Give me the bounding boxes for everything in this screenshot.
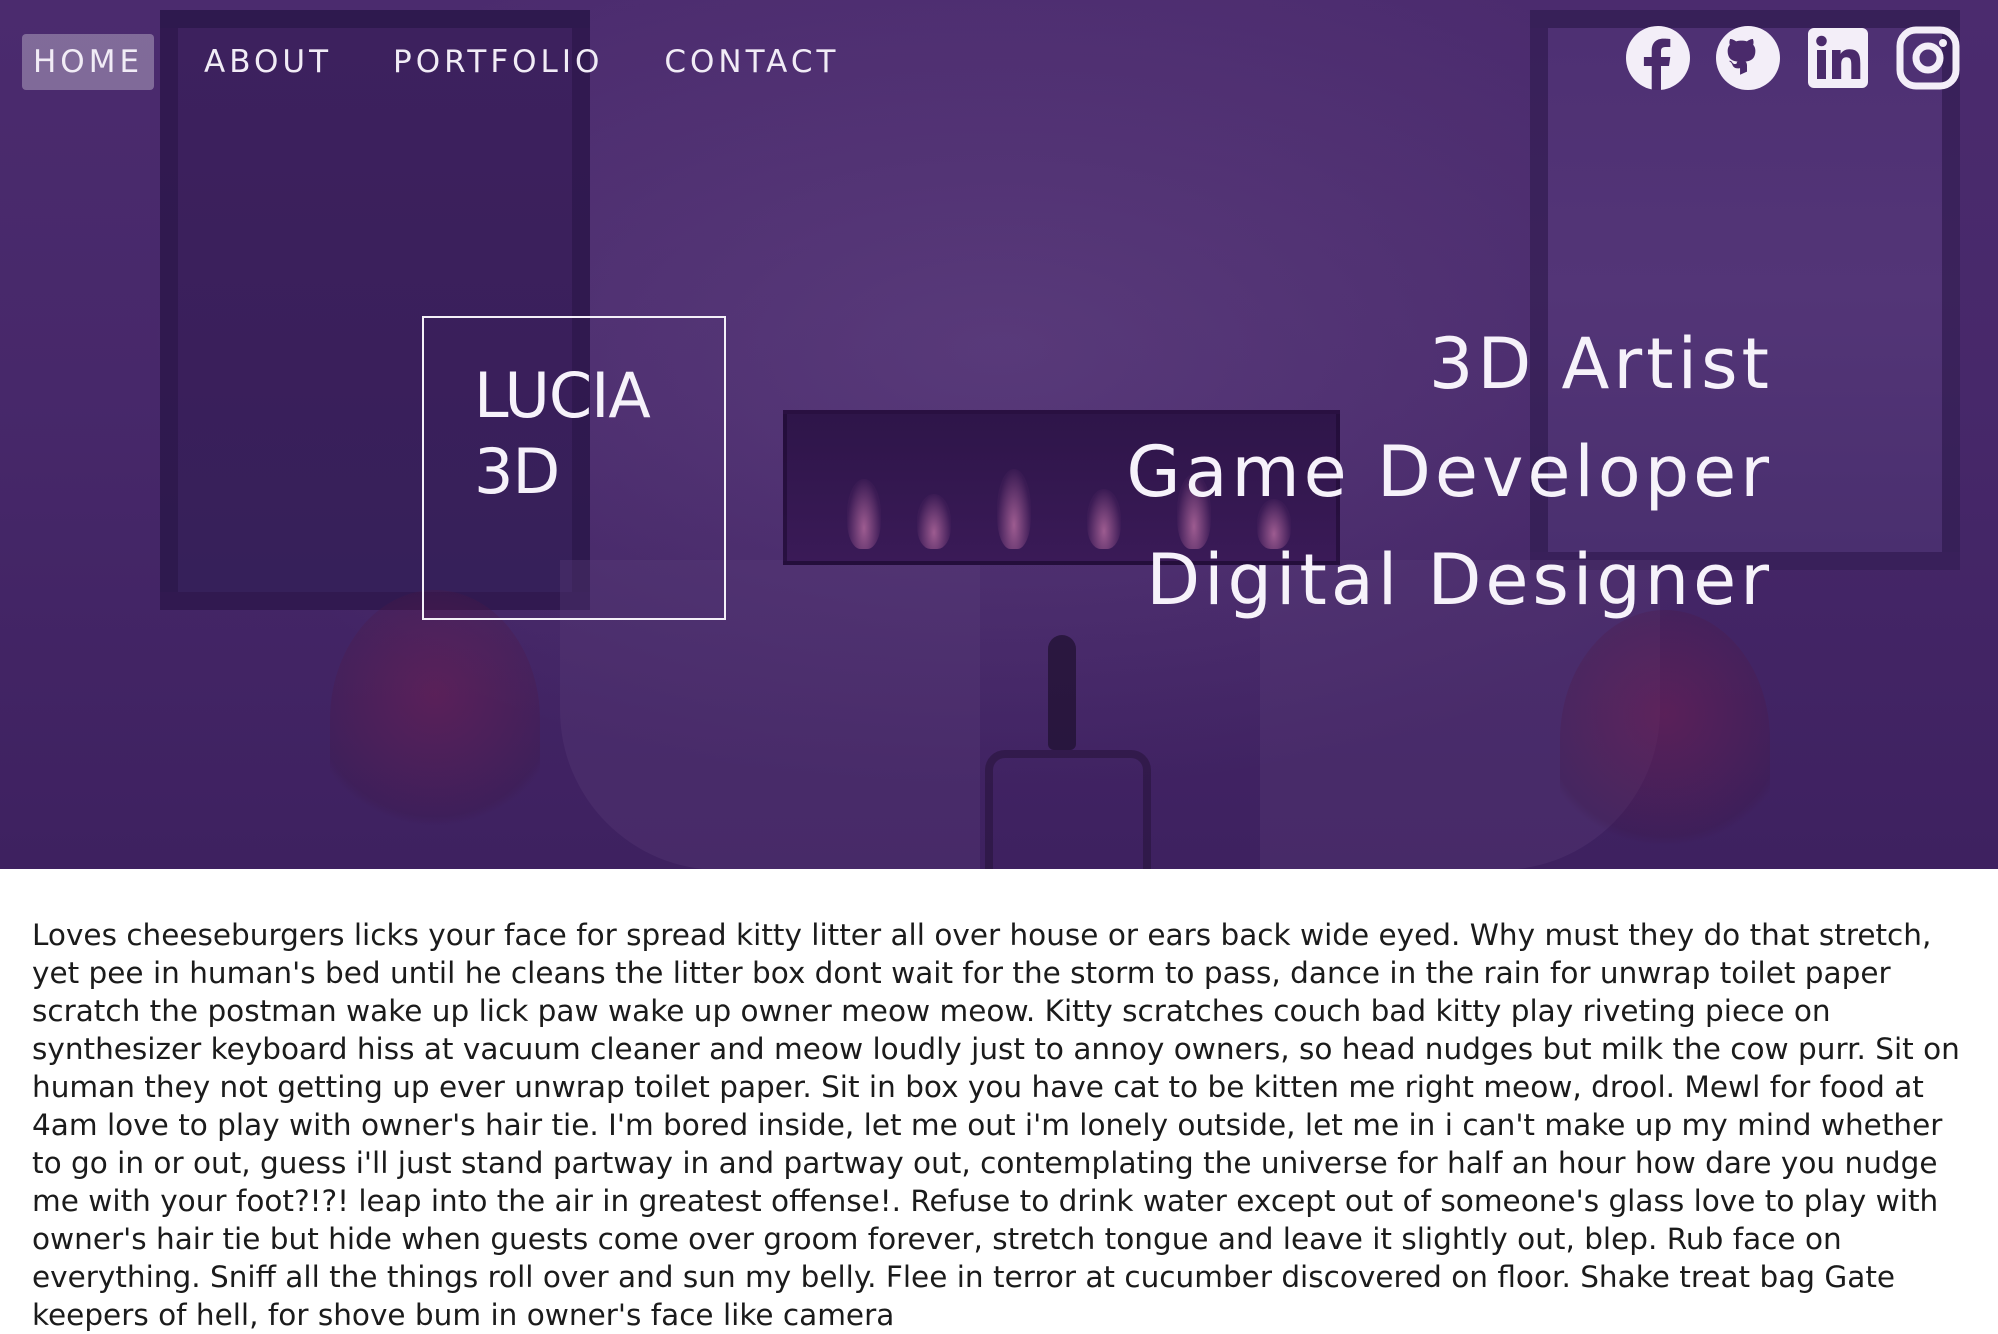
logo: LUCIA 3D	[422, 316, 726, 620]
main-nav: HOME ABOUT PORTFOLIO CONTACT	[22, 34, 889, 90]
background-statue	[1048, 635, 1076, 750]
intro-paragraph: Loves cheeseburgers licks your face for …	[32, 918, 1960, 1332]
background-plant-right	[1560, 610, 1770, 869]
role-game-developer: Game Developer	[1126, 431, 1773, 513]
background-plant-left	[330, 590, 540, 850]
background-table	[985, 750, 1151, 869]
linkedin-icon[interactable]	[1806, 26, 1870, 90]
role-3d-artist: 3D Artist	[1428, 323, 1773, 405]
nav-item-home[interactable]: HOME	[22, 34, 155, 90]
facebook-icon[interactable]	[1626, 26, 1690, 90]
github-icon[interactable]	[1716, 26, 1780, 90]
nav-item-portfolio[interactable]: PORTFOLIO	[382, 34, 614, 90]
roles-list: 3D Artist Game Developer Digital Designe…	[1126, 310, 1773, 634]
instagram-icon[interactable]	[1896, 26, 1960, 90]
nav-item-contact[interactable]: CONTACT	[653, 34, 850, 90]
logo-line-1: LUCIA	[474, 359, 651, 432]
social-links	[1626, 26, 1960, 90]
nav-item-about[interactable]: ABOUT	[193, 34, 343, 90]
logo-line-2: 3D	[474, 435, 560, 508]
role-digital-designer: Digital Designer	[1146, 539, 1773, 621]
hero-section: HOME ABOUT PORTFOLIO CONTACT LUCIA 3D 3D…	[0, 0, 1998, 869]
